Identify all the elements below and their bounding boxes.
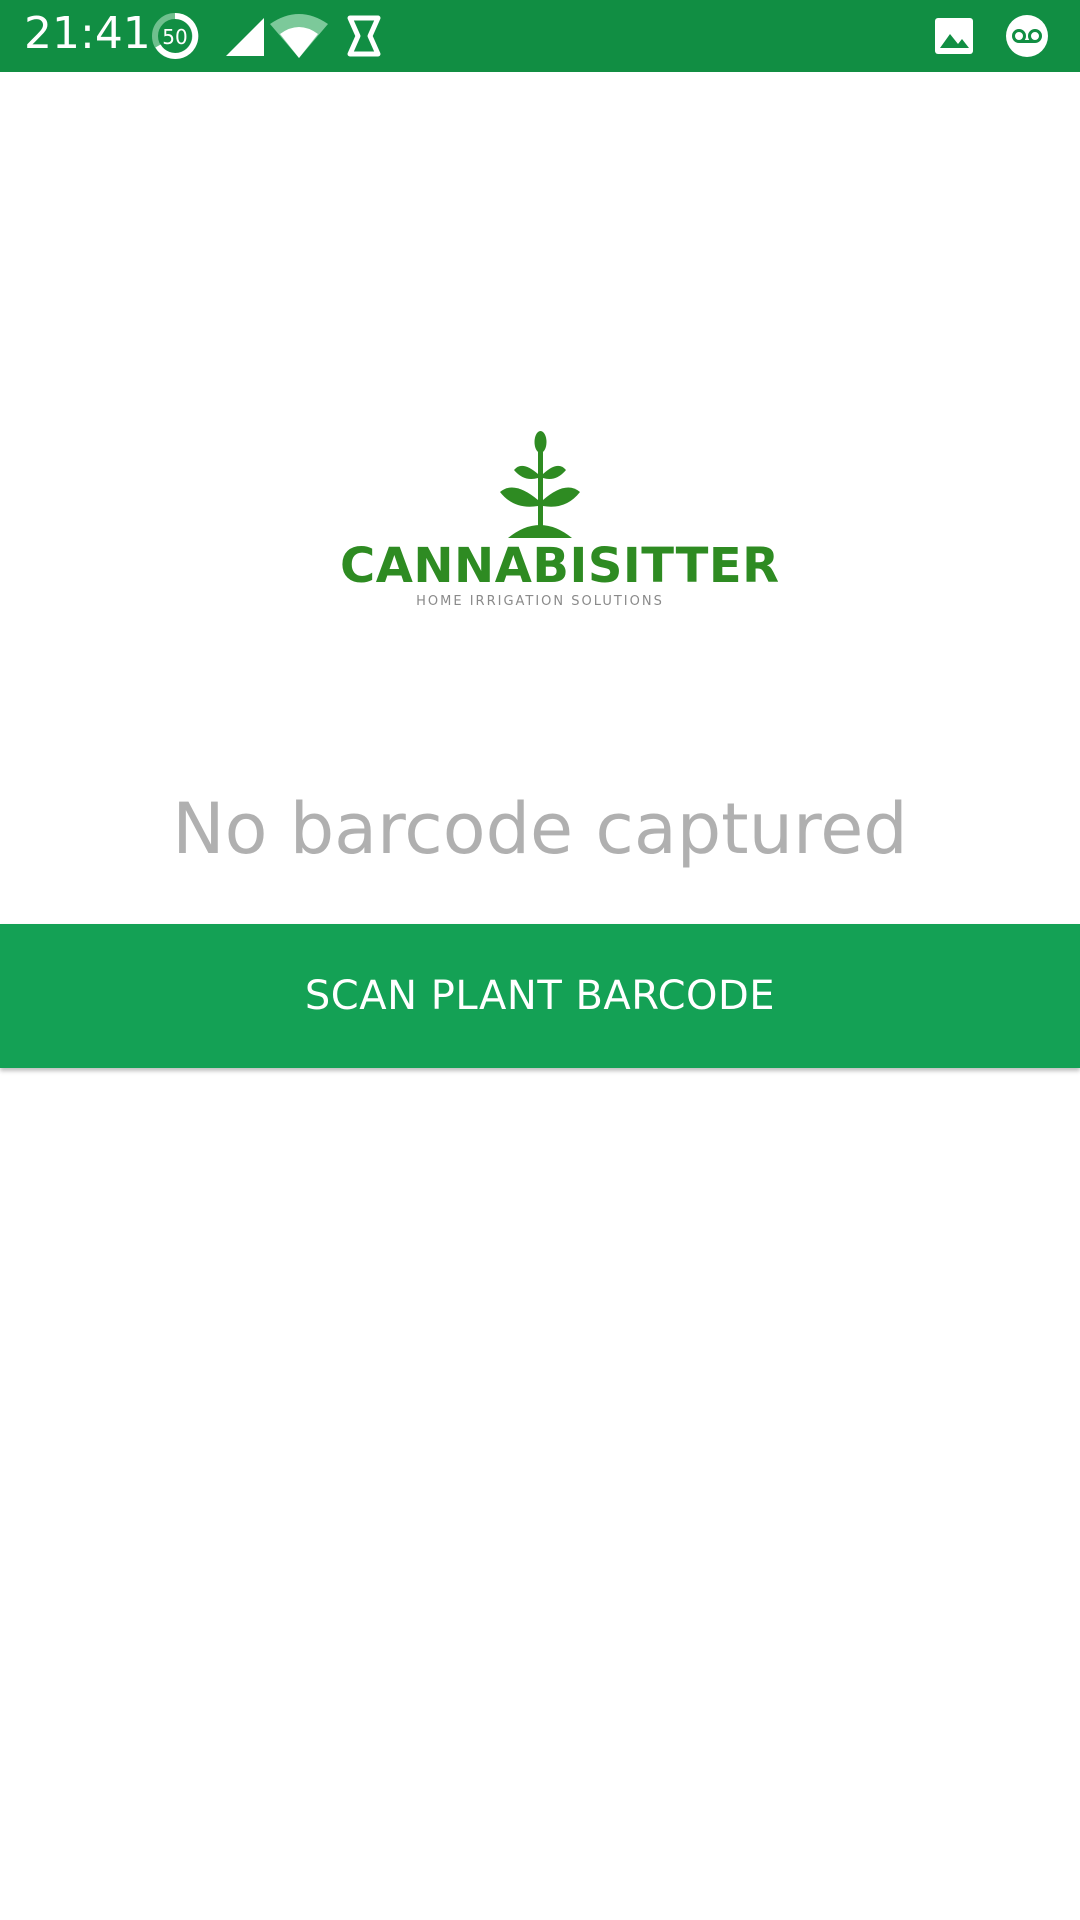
main-content: CANNABISITTER HOME IRRIGATION SOLUTIONS …: [0, 72, 1080, 1920]
cell-signal-icon: [226, 18, 264, 56]
voicemail-icon: [1006, 15, 1048, 57]
status-time: 21:41: [24, 8, 151, 59]
image-notification-icon: [935, 18, 973, 54]
plant-sprout-icon: [500, 431, 580, 538]
logo-tagline: HOME IRRIGATION SOLUTIONS: [416, 594, 664, 609]
app-logo: CANNABISITTER HOME IRRIGATION SOLUTIONS: [340, 430, 780, 620]
logo-wordmark: CANNABISITTER: [340, 538, 780, 594]
data-saver-icon: 50: [152, 12, 199, 59]
status-bar: 21:41 50: [0, 0, 1080, 72]
data-saver-badge-text: 50: [162, 25, 187, 49]
scan-plant-barcode-button[interactable]: SCAN PLANT BARCODE: [0, 924, 1080, 1068]
nfc-icon: [347, 15, 381, 57]
barcode-status-text: No barcode captured: [172, 788, 908, 870]
wifi-icon: [270, 14, 328, 58]
